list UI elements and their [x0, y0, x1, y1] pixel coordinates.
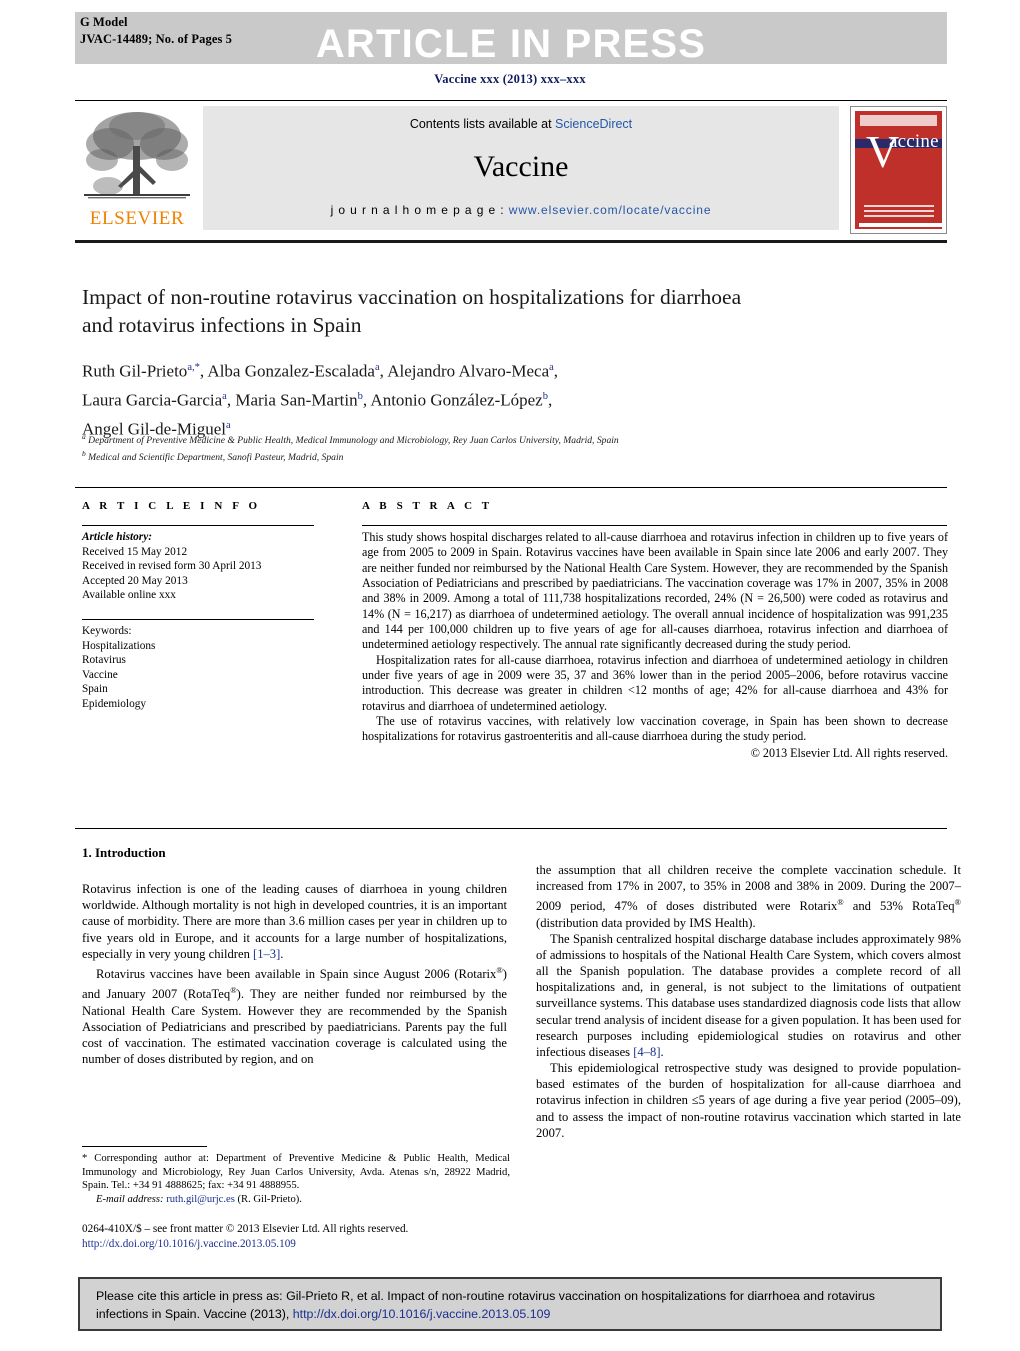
g-model-block: G Model JVAC-14489; No. of Pages 5: [80, 14, 232, 48]
abstract-paragraph: Hospitalization rates for all-cause diar…: [362, 652, 948, 713]
author-name: , Antonio González-López: [362, 390, 543, 410]
article-history-label: Article history:: [82, 531, 152, 543]
footnote-divider: [82, 1146, 207, 1147]
front-matter-line: 0264-410X/$ – see front matter © 2013 El…: [82, 1223, 409, 1235]
abstract-paragraph: This study shows hospital discharges rel…: [362, 530, 948, 652]
g-model-label: G Model: [80, 15, 128, 29]
author-separator: ,: [547, 390, 553, 410]
citation-ref[interactable]: [1–3]: [253, 947, 280, 961]
keywords-rule: [82, 619, 314, 620]
abstract-body: This study shows hospital discharges rel…: [362, 530, 948, 761]
accepted-date: Accepted 20 May 2013: [82, 574, 188, 587]
paper-page: ARTICLE IN PRESS G Model JVAC-14489; No.…: [0, 0, 1020, 1351]
keyword-item: Spain: [82, 683, 108, 696]
author-name: , Alba Gonzalez-Escalada: [199, 361, 375, 381]
body-paragraph: The Spanish centralized hospital dischar…: [536, 931, 961, 1059]
body-paragraph: Rotavirus vaccines have been available i…: [82, 964, 507, 1067]
journal-name: Vaccine: [473, 150, 569, 183]
header-divider: [75, 100, 947, 101]
email-owner: (R. Gil-Prieto).: [234, 1193, 302, 1205]
cite-doi-link[interactable]: http://dx.doi.org/10.1016/j.vaccine.2013…: [293, 1307, 551, 1321]
abstract-paragraph: The use of rotavirus vaccines, with rela…: [362, 714, 948, 744]
author-name: , Alejandro Alvaro-Meca: [379, 361, 550, 381]
front-matter-block: 0264-410X/$ – see front matter © 2013 El…: [82, 1222, 522, 1252]
section-heading-introduction: 1. Introduction: [82, 845, 166, 860]
author-name: , Maria San-Martin: [226, 390, 358, 410]
abstract-heading: A B S T R A C T: [362, 500, 493, 512]
contents-prefix: Contents lists available at: [409, 117, 556, 131]
corresponding-author-footnote: * Corresponding author at: Department of…: [82, 1152, 510, 1206]
introduction-left-column: 1. Introduction Rotavirus infection is o…: [82, 845, 507, 1067]
email-link[interactable]: ruth.gil@urjc.es: [166, 1194, 235, 1205]
contents-available-line: Contents lists available at ScienceDirec…: [203, 117, 839, 131]
masthead-divider: [75, 240, 947, 243]
article-id-label: JVAC-14489; No. of Pages 5: [80, 32, 233, 46]
cover-footer-lines: [864, 205, 934, 220]
body-paragraph: Rotavirus infection is one of the leadin…: [82, 882, 507, 961]
email-line: E-mail address: ruth.gil@urjc.es (R. Gil…: [82, 1193, 510, 1207]
revised-date: Received in revised form 30 April 2013: [82, 560, 262, 573]
keyword-item: Hospitalizations: [82, 639, 156, 652]
cover-top-bar: [860, 115, 937, 126]
cover-bottom-strip: [859, 223, 946, 227]
contents-box: Contents lists available at ScienceDirec…: [203, 106, 839, 230]
journal-homepage-link[interactable]: www.elsevier.com/locate/vaccine: [509, 203, 712, 217]
introduction-right-column: the assumption that all children receive…: [536, 862, 961, 1141]
citation-ref[interactable]: [4–8]: [633, 1045, 660, 1059]
article-info-heading: A R T I C L E I N F O: [82, 500, 261, 512]
received-date: Received 15 May 2012: [82, 545, 188, 558]
article-history-block: Article history: Received 15 May 2012 Re…: [82, 530, 332, 603]
abstract-copyright: © 2013 Elsevier Ltd. All rights reserved…: [750, 745, 948, 760]
doi-link[interactable]: http://dx.doi.org/10.1016/j.vaccine.2013…: [82, 1237, 522, 1252]
email-label: E-mail address:: [96, 1193, 164, 1205]
abstract-rule: [362, 525, 947, 526]
keywords-block: Keywords: Hospitalizations Rotavirus Vac…: [82, 624, 332, 712]
elsevier-logo: ELSEVIER: [78, 106, 196, 232]
sciencedirect-link[interactable]: ScienceDirect: [555, 117, 632, 131]
author-affiliation-marker: a,*: [187, 362, 200, 373]
elsevier-wordmark: ELSEVIER: [89, 208, 185, 229]
abstract-section-top-rule: [75, 487, 947, 488]
journal-homepage-line: j o u r n a l h o m e p a g e : www.else…: [203, 203, 839, 217]
cover-journal-name: accine: [889, 131, 939, 152]
body-paragraph: This epidemiological retrospective study…: [536, 1061, 961, 1140]
cite-this-article-box: Please cite this article in press as: Gi…: [78, 1277, 942, 1331]
journal-cover-art: V accine: [855, 111, 946, 229]
journal-reference-line: Vaccine xxx (2013) xxx–xxx: [434, 72, 586, 86]
keyword-item: Epidemiology: [82, 697, 147, 710]
journal-cover-thumbnail: V accine: [850, 106, 947, 234]
corresponding-author-text: Corresponding author at: Department of P…: [82, 1153, 510, 1192]
keyword-item: Rotavirus: [82, 654, 126, 667]
available-online-date: Available online xxx: [82, 589, 176, 602]
author-name: Ruth Gil-Prieto: [82, 361, 188, 381]
keywords-label: Keywords:: [82, 625, 132, 637]
affiliation-a: a Department of Preventive Medicine & Pu…: [82, 432, 619, 447]
article-info-rule: [82, 525, 314, 526]
journal-masthead: ELSEVIER Contents lists available at Sci…: [75, 104, 947, 234]
keyword-item: Vaccine: [82, 668, 118, 681]
abstract-section-bottom-rule: [75, 828, 947, 829]
page-title: Impact of non-routine rotavirus vaccinat…: [82, 285, 742, 337]
affiliation-b: b Medical and Scientific Department, San…: [82, 449, 344, 464]
author-name: Laura Garcia-Garcia: [82, 390, 223, 410]
affiliations: a Department of Preventive Medicine & Pu…: [82, 430, 842, 464]
registered-mark: ®: [954, 897, 961, 908]
elsevier-tree-icon: [84, 112, 190, 199]
homepage-prefix: j o u r n a l h o m e p a g e :: [330, 203, 509, 217]
body-paragraph: the assumption that all children receive…: [536, 863, 961, 930]
author-separator: ,: [553, 361, 559, 381]
cite-this-article-text: Please cite this article in press as: Gi…: [96, 1289, 875, 1321]
